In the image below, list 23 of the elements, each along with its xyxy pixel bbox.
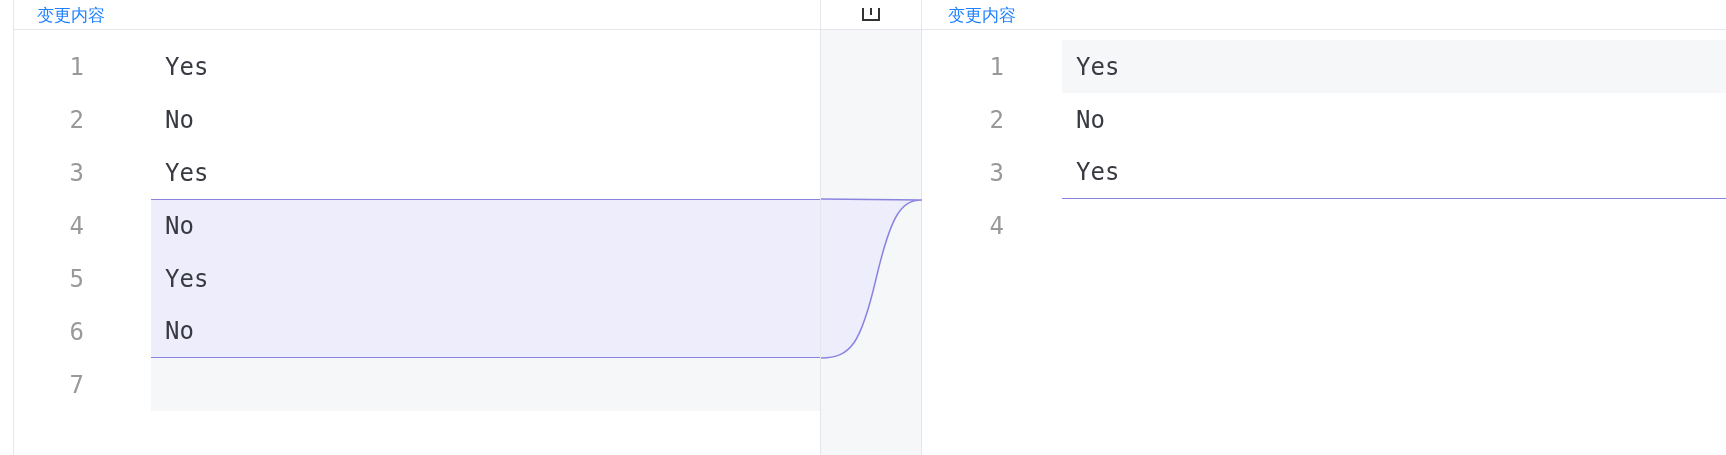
code-text: Yes [165, 51, 209, 83]
line-number: 6 [68, 316, 84, 348]
code-text: Yes [165, 157, 209, 189]
section-title: 变更内容 [37, 3, 105, 27]
line-number: 4 [988, 210, 1004, 242]
code-text: No [1076, 104, 1105, 136]
code-text: No [165, 104, 194, 136]
code-text: No [165, 316, 194, 347]
expand-icon[interactable] [861, 7, 881, 22]
section-title: 变更内容 [948, 3, 1016, 27]
code-text: No [165, 211, 194, 242]
line-number: 1 [988, 51, 1004, 83]
line-number: 3 [68, 157, 84, 189]
code-text: Yes [165, 263, 209, 295]
line-number: 2 [68, 104, 84, 136]
code-text: Yes [1076, 51, 1120, 83]
line-number: 5 [68, 263, 84, 295]
line-number: 2 [988, 104, 1004, 136]
line-number: 7 [68, 369, 84, 401]
line-number: 1 [68, 51, 84, 83]
code-text: Yes [1076, 157, 1120, 188]
line-number: 3 [988, 157, 1004, 189]
line-number: 4 [68, 210, 84, 242]
